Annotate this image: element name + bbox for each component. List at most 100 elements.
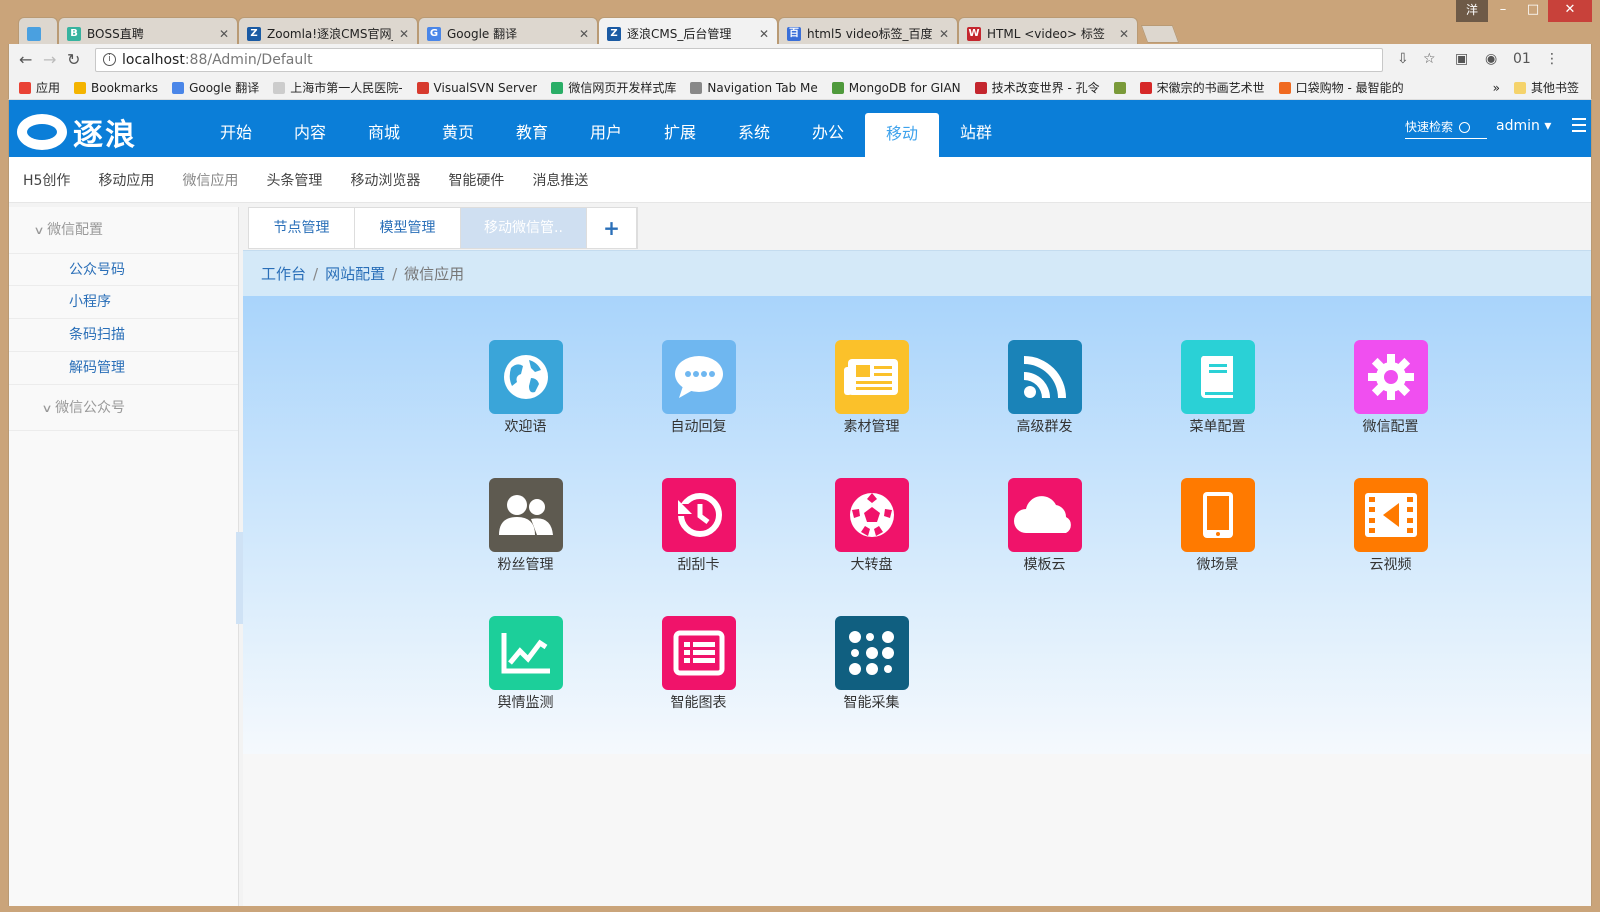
url-input[interactable]: i localhost:88/Admin/Default <box>95 48 1383 72</box>
gear-icon[interactable] <box>1353 340 1428 414</box>
sub-menu-item[interactable]: 消息推送 <box>532 170 588 190</box>
tablet-icon[interactable] <box>1180 478 1255 552</box>
app-tile[interactable]: 高级群发 <box>958 340 1131 478</box>
close-window-button[interactable]: ✕ <box>1548 0 1592 22</box>
browser-tab[interactable]: W HTML <video> 标签 ✕ <box>958 17 1138 44</box>
content-tab[interactable]: 节点管理 <box>249 208 355 248</box>
sidebar-item[interactable]: 公众号码 <box>9 253 238 286</box>
tab-close-icon[interactable]: ✕ <box>399 27 409 41</box>
globe-icon[interactable] <box>488 340 563 414</box>
minimize-button[interactable]: – <box>1488 0 1518 22</box>
back-button[interactable]: ← <box>19 50 32 69</box>
bookmark-item[interactable]: MongoDB for GIAN <box>831 81 961 95</box>
extension-icon[interactable]: ⋮ <box>1545 51 1559 67</box>
extension-icon[interactable]: ⇩ <box>1397 51 1409 67</box>
top-menu-item[interactable]: 站群 <box>939 100 1013 157</box>
extension-icon[interactable]: ☆ <box>1423 51 1436 67</box>
browser-tab[interactable] <box>18 17 58 44</box>
bookmark-item[interactable]: Google 翻译 <box>172 79 259 96</box>
bookmark-item[interactable] <box>1113 81 1126 94</box>
bookmark-item[interactable]: 上海市第一人民医院- <box>273 79 403 96</box>
admin-dropdown[interactable]: admin ▾ <box>1496 118 1551 134</box>
browser-tab[interactable]: G Google 翻译 ✕ <box>418 17 598 44</box>
bookmarks-overflow-button[interactable]: » <box>1493 81 1500 95</box>
breadcrumb-mid[interactable]: 网站配置 <box>325 265 385 283</box>
browser-tab[interactable]: Z Zoomla!逐浪CMS官网_/ ✕ <box>238 17 418 44</box>
breadcrumb-home[interactable]: 工作台 <box>261 265 306 283</box>
bookmark-item[interactable]: 微信网页开发样式库 <box>551 79 676 96</box>
sidebar-group-wechat-config[interactable]: ∨ 微信配置 <box>9 207 238 253</box>
app-tile[interactable]: 舆情监测 <box>439 616 612 754</box>
sidebar-item[interactable]: 条码扫描 <box>9 319 238 352</box>
bookmark-item[interactable]: 技术改变世界 - 孔令 <box>974 79 1100 96</box>
sub-menu-item[interactable]: 微信应用 <box>182 170 238 190</box>
sidebar-item[interactable]: 解码管理 <box>9 352 238 385</box>
sub-menu-item[interactable]: 移动浏览器 <box>350 170 420 190</box>
bookmark-item[interactable]: VisualSVN Server <box>416 81 537 95</box>
book-icon[interactable] <box>1180 340 1255 414</box>
brand-logo[interactable]: 逐浪 <box>17 110 137 154</box>
app-tile[interactable]: 刮刮卡 <box>612 478 785 616</box>
bookmark-item[interactable]: Bookmarks <box>74 81 158 95</box>
tab-close-icon[interactable]: ✕ <box>219 27 229 41</box>
app-tile[interactable]: 自动回复 <box>612 340 785 478</box>
tab-close-icon[interactable]: ✕ <box>579 27 589 41</box>
app-tile[interactable]: 欢迎语 <box>439 340 612 478</box>
cloud-icon[interactable] <box>1007 478 1082 552</box>
sub-menu-item[interactable]: H5创作 <box>23 170 70 190</box>
browser-tab[interactable]: B BOSS直聘 ✕ <box>58 17 238 44</box>
bookmark-item[interactable]: 宋徽宗的书画艺术世 <box>1139 79 1265 96</box>
tab-close-icon[interactable]: ✕ <box>939 27 949 41</box>
history-icon[interactable] <box>661 478 736 552</box>
app-tile[interactable]: 菜单配置 <box>1131 340 1304 478</box>
info-icon[interactable]: i <box>103 53 116 66</box>
app-tile[interactable]: 大转盘 <box>785 478 958 616</box>
top-menu-item[interactable]: 黄页 <box>421 100 495 157</box>
top-menu-item[interactable]: 开始 <box>199 100 273 157</box>
film-icon[interactable] <box>1353 478 1428 552</box>
extension-icon[interactable]: 01 <box>1513 51 1531 67</box>
app-tile[interactable]: 智能采集 <box>785 616 958 754</box>
sidebar-group-wechat-official[interactable]: ∨ 微信公众号 <box>9 385 238 431</box>
reload-button[interactable]: ↻ <box>67 50 80 69</box>
top-menu-item[interactable]: 移动 <box>865 113 939 157</box>
browser-tab[interactable]: Z 逐浪CMS_后台管理 ✕ <box>598 17 778 44</box>
top-menu-item[interactable]: 商城 <box>347 100 421 157</box>
top-menu-item[interactable]: 教育 <box>495 100 569 157</box>
tab-close-icon[interactable]: ✕ <box>1119 27 1129 41</box>
sub-menu-item[interactable]: 移动应用 <box>98 170 154 190</box>
app-tile[interactable]: 粉丝管理 <box>439 478 612 616</box>
app-tile[interactable]: 云视频 <box>1304 478 1477 616</box>
sidebar-item[interactable]: 小程序 <box>9 286 238 319</box>
other-bookmarks-folder[interactable]: 其他书签 <box>1513 79 1579 96</box>
newspaper-icon[interactable] <box>834 340 909 414</box>
sub-menu-item[interactable]: 智能硬件 <box>448 170 504 190</box>
top-menu-item[interactable]: 用户 <box>569 100 643 157</box>
maximize-button[interactable]: □ <box>1518 0 1548 22</box>
extension-icon[interactable]: ◉ <box>1485 51 1497 67</box>
app-tile[interactable]: 微场景 <box>1131 478 1304 616</box>
bookmark-item[interactable]: 应用 <box>19 79 60 96</box>
browser-tab[interactable]: 百 html5 video标签_百度 ✕ <box>778 17 958 44</box>
forward-button[interactable]: → <box>43 50 56 69</box>
content-tab[interactable]: 模型管理 <box>355 208 461 248</box>
top-menu-item[interactable]: 扩展 <box>643 100 717 157</box>
profile-button[interactable]: 洋 <box>1456 0 1488 22</box>
bookmark-item[interactable]: 口袋购物 - 最智能的 <box>1278 79 1404 96</box>
top-menu-item[interactable]: 办公 <box>791 100 865 157</box>
line-chart-icon[interactable] <box>488 616 563 690</box>
app-tile[interactable]: 智能图表 <box>612 616 785 754</box>
new-tab-button[interactable] <box>1140 25 1180 43</box>
extension-icon[interactable]: ▣ <box>1455 51 1468 67</box>
hamburger-menu-icon[interactable] <box>1572 118 1586 136</box>
users-icon[interactable] <box>488 478 563 552</box>
app-tile[interactable]: 微信配置 <box>1304 340 1477 478</box>
top-menu-item[interactable]: 内容 <box>273 100 347 157</box>
quick-search[interactable]: 快速检索 <box>1405 118 1487 139</box>
app-tile[interactable]: 模板云 <box>958 478 1131 616</box>
braille-icon[interactable] <box>834 616 909 690</box>
app-tile[interactable]: 素材管理 <box>785 340 958 478</box>
content-tab[interactable]: 移动微信管.. <box>461 208 587 248</box>
rss-icon[interactable] <box>1007 340 1082 414</box>
top-menu-item[interactable]: 系统 <box>717 100 791 157</box>
